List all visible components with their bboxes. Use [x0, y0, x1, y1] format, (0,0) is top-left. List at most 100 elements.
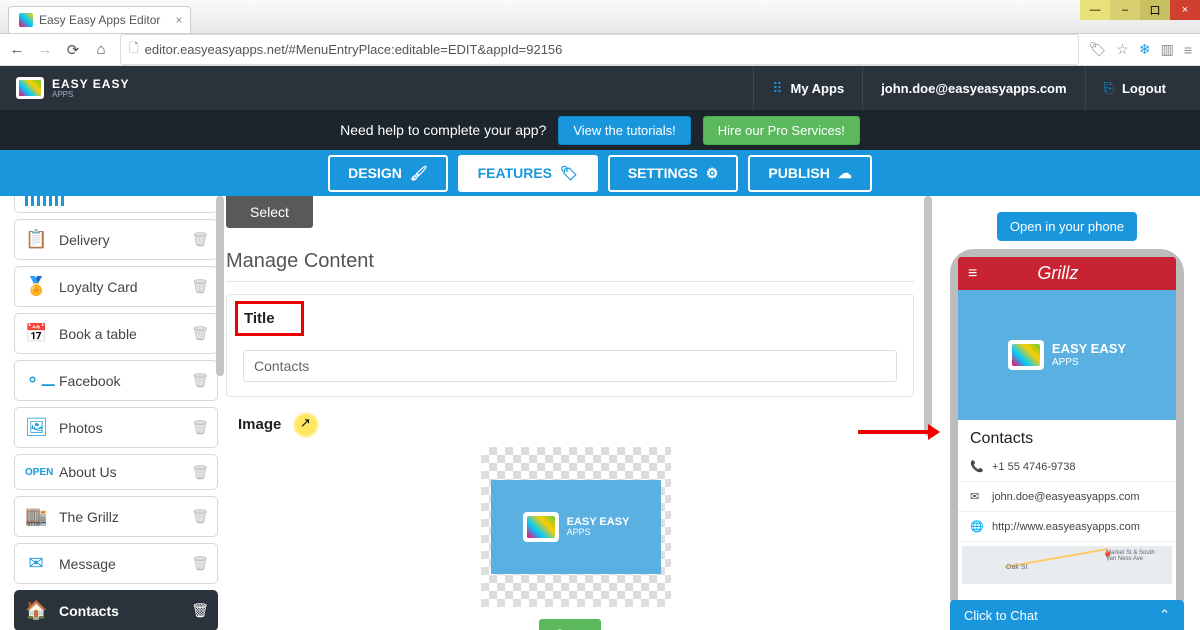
sidebar-item-about[interactable]: OPENAbout Us🗑: [14, 454, 218, 490]
user-email: john.doe@easyeasyapps.com: [881, 81, 1066, 96]
open-sign-icon: OPEN: [25, 467, 47, 478]
page-icon: 🗋: [129, 39, 139, 60]
trash-icon[interactable]: 🗑: [191, 508, 209, 525]
title-input[interactable]: [243, 350, 897, 382]
sidebar-item-book[interactable]: 📅Book a table🗑: [14, 313, 218, 354]
sidebar-item-photos[interactable]: 🖼Photos🗑: [14, 407, 218, 448]
phone-section-title: Contacts: [958, 420, 1176, 452]
browser-url-bar: ← → ⟳ ⌂ 🗋 editor.easyeasyapps.net/#MenuE…: [0, 34, 1200, 66]
envelope-icon: ✉: [25, 553, 47, 574]
title-highlight: Title: [235, 301, 304, 336]
sidebar-item-contacts[interactable]: 🏠Contacts🗑: [14, 590, 218, 630]
trash-icon[interactable]: 🗑: [191, 325, 209, 342]
trash-icon[interactable]: 🗑: [191, 602, 209, 619]
logout-icon: ⎘: [1104, 80, 1114, 96]
window-extra-button[interactable]: —: [1080, 0, 1110, 20]
ext2-icon[interactable]: ▥: [1161, 41, 1174, 58]
sidebar-item-loyalty[interactable]: 🏅Loyalty Card🗑: [14, 266, 218, 307]
envelope-icon: ✉: [970, 490, 984, 503]
promo-bar: Need help to complete your app? View the…: [0, 110, 1200, 150]
hamburger-icon[interactable]: ≡: [968, 265, 977, 283]
sidebar-item-facebook[interactable]: ⚬⚊Facebook🗑: [14, 360, 218, 401]
sidebar-item-delivery[interactable]: 📋Delivery🗑: [14, 219, 218, 260]
back-icon[interactable]: ←: [8, 41, 26, 58]
image-preview[interactable]: EASY EASYAPPS: [481, 447, 671, 607]
brand-logo[interactable]: EASY EASY APPS: [16, 77, 129, 99]
globe-icon: 🌐: [970, 520, 984, 533]
main-scrollbar[interactable]: [924, 196, 932, 630]
badge-icon: 🏅: [25, 276, 47, 297]
menu-icon[interactable]: ≡: [1184, 42, 1192, 58]
select-button[interactable]: Select: [226, 196, 313, 228]
chevron-up-icon: ⌃: [1159, 607, 1170, 623]
star-icon[interactable]: ☆: [1116, 41, 1129, 58]
sidebar-item-partial[interactable]: [14, 196, 218, 213]
nav-features[interactable]: FEATURES🏷: [458, 155, 598, 192]
user-email-link[interactable]: john.doe@easyeasyapps.com: [862, 66, 1084, 110]
logout-label: Logout: [1122, 81, 1166, 96]
logo-icon: [16, 77, 44, 99]
window-maximize-button[interactable]: 口: [1140, 0, 1170, 20]
sidebar-item-message[interactable]: ✉Message🗑: [14, 543, 218, 584]
save-button[interactable]: Save: [539, 619, 601, 630]
ext1-icon[interactable]: ❄: [1139, 41, 1151, 58]
trash-icon[interactable]: 🗑: [191, 419, 209, 436]
my-apps-link[interactable]: ⠿ My Apps: [753, 66, 862, 110]
phone-screen: ≡ Grillz EASY EASYAPPS Contacts 📞+1 55 4…: [958, 257, 1176, 613]
logout-link[interactable]: ⎘ Logout: [1085, 66, 1184, 110]
phone-map[interactable]: Oak St Market St & South Van Ness Ave 📍: [962, 546, 1172, 584]
sidebar-scrollbar[interactable]: [216, 196, 224, 630]
image-label: Image: [238, 416, 281, 433]
trash-icon[interactable]: 🗑: [191, 555, 209, 572]
browser-tab-strip: Easy Easy Apps Editor × — – 口 ×: [0, 0, 1200, 34]
trash-icon[interactable]: 🗑: [191, 372, 209, 389]
window-close-button[interactable]: ×: [1170, 0, 1200, 20]
phone-app-header: ≡ Grillz: [958, 257, 1176, 290]
reload-icon[interactable]: ⟳: [64, 41, 82, 59]
click-to-chat-button[interactable]: Click to Chat ⌃: [950, 600, 1184, 630]
manage-content-heading: Manage Content: [226, 250, 914, 282]
nav-publish[interactable]: PUBLISH☁: [748, 155, 871, 192]
view-tutorials-button[interactable]: View the tutorials!: [558, 116, 690, 145]
open-in-phone-button[interactable]: Open in your phone: [997, 212, 1137, 241]
sidebar-item-grillz[interactable]: 🏬The Grillz🗑: [14, 496, 218, 537]
image-section: Image EASY EASYAPPS: [226, 411, 914, 607]
clipboard-icon: 📋: [25, 229, 47, 250]
trash-icon[interactable]: 🗑: [191, 464, 209, 481]
phone-panel: Open in your phone ≡ Grillz EASY EASYAPP…: [940, 196, 1200, 630]
main-nav: DESIGN🖌 FEATURES🏷 SETTINGS⚙ PUBLISH☁: [0, 150, 1200, 196]
tags-icon: 🏷: [560, 165, 578, 182]
logo-icon: [523, 512, 559, 542]
my-apps-label: My Apps: [790, 81, 844, 96]
apps-grid-icon: ⠿: [772, 80, 782, 97]
trash-icon[interactable]: 🗑: [191, 231, 209, 248]
nav-design[interactable]: DESIGN🖌: [328, 155, 447, 192]
cursor-highlight-icon: [292, 411, 320, 439]
phone-contact-row[interactable]: 📞+1 55 4746-9738: [958, 452, 1176, 482]
brush-icon: 🖌: [410, 165, 428, 182]
forward-icon[interactable]: →: [36, 41, 54, 58]
window-minimize-button[interactable]: –: [1110, 0, 1140, 20]
window-controls: — – 口 ×: [1080, 0, 1200, 20]
image-icon: 🖼: [25, 417, 47, 438]
phone-email-row[interactable]: ✉john.doe@easyeasyapps.com: [958, 482, 1176, 512]
hire-pro-button[interactable]: Hire our Pro Services!: [703, 116, 860, 145]
share-icon: ⚬⚊: [25, 370, 47, 391]
annotation-arrow-icon: [858, 430, 938, 434]
close-tab-icon[interactable]: ×: [175, 13, 182, 27]
gear-icon: ⚙: [706, 165, 719, 182]
cloud-upload-icon: ☁: [838, 165, 852, 182]
bookmark-icon[interactable]: 🏷: [1089, 41, 1107, 58]
map-pin-icon: 📍: [1102, 552, 1114, 563]
title-label: Title: [244, 310, 275, 327]
content-area: 📋Delivery🗑 🏅Loyalty Card🗑 📅Book a table🗑…: [0, 196, 1200, 630]
home-icon[interactable]: ⌂: [92, 41, 110, 58]
trash-icon[interactable]: 🗑: [191, 278, 209, 295]
tab-title: Easy Easy Apps Editor: [39, 13, 160, 27]
brand-line1: EASY EASY: [52, 78, 129, 90]
phone-web-row[interactable]: 🌐http://www.easyeasyapps.com: [958, 512, 1176, 542]
url-field[interactable]: 🗋 editor.easyeasyapps.net/#MenuEntryPlac…: [120, 34, 1079, 65]
browser-tab[interactable]: Easy Easy Apps Editor ×: [8, 6, 191, 33]
nav-settings[interactable]: SETTINGS⚙: [608, 155, 739, 192]
calendar-icon: 📅: [25, 323, 47, 344]
